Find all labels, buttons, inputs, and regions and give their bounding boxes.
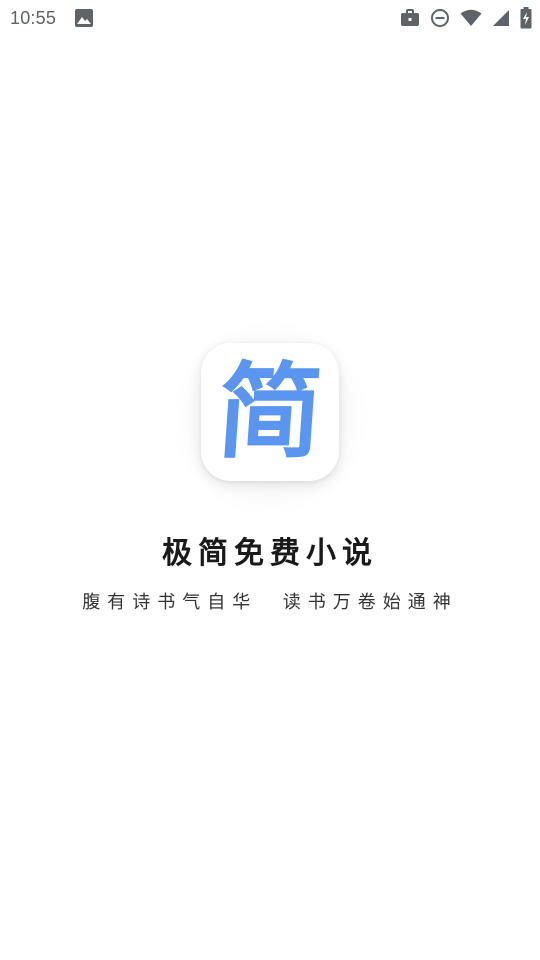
briefcase-icon — [400, 9, 420, 27]
status-bar: 10:55 — [0, 0, 540, 36]
app-icon: 简 — [201, 343, 339, 481]
app-slogan: 腹有诗书气自华 读书万卷始通神 — [82, 592, 458, 613]
battery-charging-icon — [520, 7, 532, 29]
app-logo-glyph: 简 — [213, 350, 327, 473]
app-title: 极简免费小说 — [162, 536, 378, 571]
status-bar-right — [400, 7, 532, 29]
status-bar-left: 10:55 — [10, 8, 94, 29]
signal-icon — [492, 9, 510, 27]
wifi-icon — [460, 9, 482, 27]
status-time: 10:55 — [10, 7, 57, 28]
splash-screen: 10:55 简 极简免费小说 腹有诗书气自华 读书万卷始通神 — [0, 0, 540, 960]
do-not-disturb-icon — [430, 8, 450, 28]
image-icon — [74, 8, 94, 28]
